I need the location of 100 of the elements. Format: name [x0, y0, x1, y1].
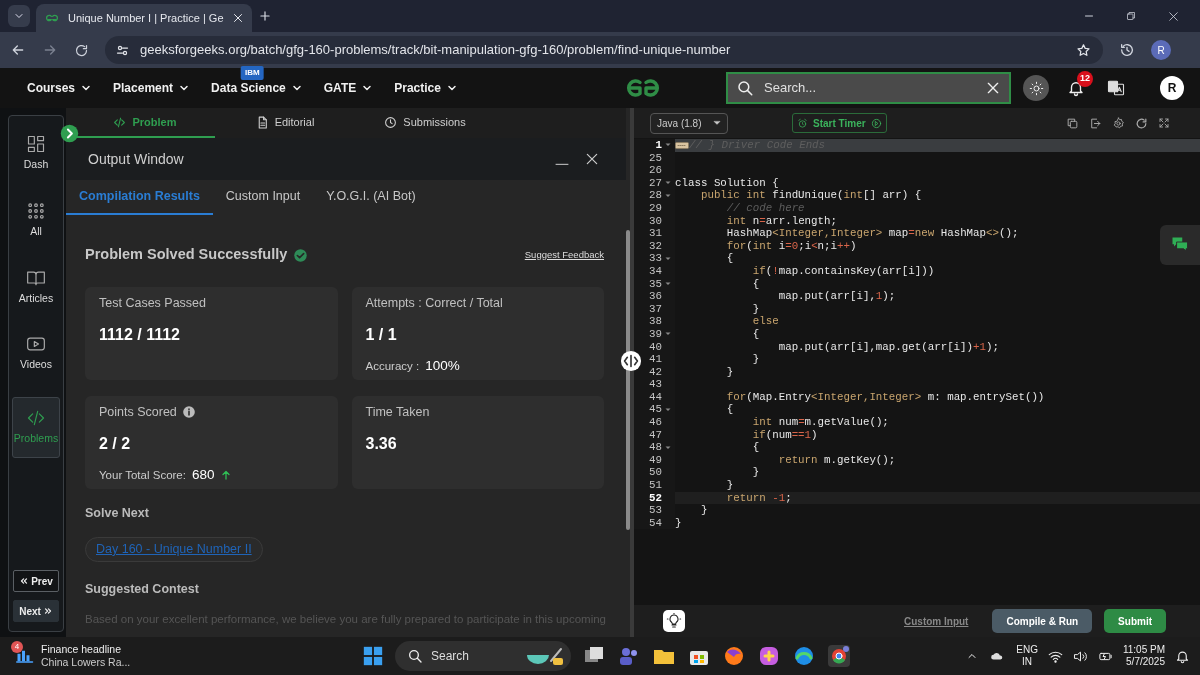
code-line: }	[751, 353, 760, 366]
user-avatar[interactable]: R	[1160, 76, 1184, 100]
taskbar-search[interactable]: Search	[395, 641, 571, 671]
pager-button[interactable]: Prev	[13, 570, 59, 592]
close-icon[interactable]	[584, 151, 600, 167]
grid-icon	[26, 200, 46, 221]
language-select[interactable]: Java (1.8)	[650, 112, 728, 134]
browser-icon[interactable]	[827, 644, 851, 668]
clear-icon[interactable]	[985, 80, 1001, 96]
reload-icon[interactable]	[74, 42, 89, 58]
search-input[interactable]: Search...	[762, 77, 977, 99]
output-tab[interactable]: Compilation Results	[66, 180, 213, 215]
nav-menu[interactable]: Courses	[27, 79, 93, 97]
sidebar-item[interactable]: Dash	[12, 130, 60, 177]
notification-badge: 12	[1077, 71, 1093, 87]
hint-button[interactable]	[663, 610, 685, 632]
translate-icon[interactable]	[1107, 79, 1125, 97]
star-icon[interactable]	[1076, 42, 1091, 58]
output-tab[interactable]: Custom Input	[212, 180, 314, 215]
news-subtitle[interactable]: China Lowers Ra...	[41, 656, 131, 669]
bell-icon[interactable]	[1067, 79, 1085, 97]
sidebar-item[interactable]: Articles	[12, 263, 60, 311]
profile-avatar[interactable]: R	[1151, 40, 1171, 60]
fold-arrow-icon[interactable]	[664, 331, 671, 338]
folded-code-icon[interactable]	[675, 141, 689, 149]
swirl-icon[interactable]	[757, 644, 781, 668]
copy-icon[interactable]	[1066, 116, 1079, 130]
fold-arrow-icon[interactable]	[664, 280, 671, 287]
nav-menu[interactable]: GATE	[323, 79, 374, 97]
line-number: 32	[649, 239, 662, 253]
line-number: 27	[649, 176, 662, 190]
check-circle-icon	[293, 247, 309, 263]
language-code[interactable]: ENG	[1016, 644, 1038, 656]
window-title: Output Window	[88, 149, 184, 169]
submit-button[interactable]: Submit	[1104, 609, 1166, 633]
forward-icon[interactable]	[42, 42, 58, 58]
code-icon	[113, 115, 127, 129]
new-tab-icon[interactable]	[257, 9, 272, 23]
sidebar-item[interactable]: Videos	[12, 330, 60, 377]
nav-menu[interactable]: Practice	[394, 79, 458, 97]
code-line: // code here	[725, 201, 805, 215]
region-code[interactable]: IN	[1022, 656, 1033, 668]
search-icon	[407, 648, 423, 664]
nav-menu[interactable]: Placement	[113, 79, 191, 97]
globe-icon[interactable]	[722, 644, 746, 668]
line-number: 52	[649, 491, 662, 505]
fold-arrow-icon[interactable]	[664, 255, 671, 262]
history-icon[interactable]	[1119, 42, 1135, 58]
search-field[interactable]: Search...	[726, 72, 1011, 104]
sidebar-item[interactable]: Problems	[12, 397, 60, 458]
volume-icon[interactable]	[1072, 648, 1088, 664]
nav-menu[interactable]: Data Science	[211, 79, 303, 97]
address-bar[interactable]: geeksforgeeks.org/batch/gfg-160-problems/track/bit-manipulation-gfg-160/problem/find-unique-number	[105, 36, 1103, 64]
fold-arrow-icon[interactable]	[664, 192, 671, 199]
notification-icon[interactable]	[1175, 648, 1190, 664]
news-badge: 4	[11, 641, 23, 653]
line-number: 26	[649, 164, 662, 177]
expand-handle[interactable]	[60, 124, 79, 143]
problem-tab[interactable]: Editorial	[215, 108, 355, 138]
settings-icon[interactable]	[1112, 116, 1125, 130]
close-icon[interactable]	[231, 12, 244, 24]
chat-button[interactable]	[1160, 225, 1200, 265]
custom-input-link[interactable]: Custom Input	[904, 613, 969, 629]
lightbulb-icon	[666, 613, 682, 629]
pager-button[interactable]: Next	[13, 600, 59, 622]
fullscreen-icon[interactable]	[1158, 116, 1170, 129]
sidebar-item[interactable]: All	[12, 196, 60, 244]
code-line: map.put(arr[i],map.get(arr[i])+1);	[777, 340, 999, 354]
reset-icon[interactable]	[1135, 116, 1148, 130]
line-number: 50	[649, 466, 662, 480]
problem-tab[interactable]: Submissions	[355, 108, 495, 138]
restore-icon[interactable]	[1125, 9, 1137, 22]
code-line: if(!map.containsKey(arr[i]))	[751, 264, 935, 278]
clock-date[interactable]: 5/7/2025	[1126, 656, 1165, 668]
clock-time[interactable]: 11:05 PM	[1122, 644, 1165, 656]
code-line: return -1;	[725, 491, 792, 505]
news-title[interactable]: Finance headline	[41, 643, 131, 656]
fold-arrow-icon[interactable]	[664, 142, 671, 149]
browser-tab[interactable]: Unique Number I | Practice | Ge	[36, 4, 252, 32]
theme-button[interactable]	[1023, 75, 1049, 101]
close-icon[interactable]	[1167, 9, 1180, 23]
fold-arrow-icon[interactable]	[664, 444, 671, 451]
code-line: }	[675, 516, 682, 530]
exit-icon[interactable]	[1089, 116, 1102, 130]
feedback-link[interactable]: Suggest Feedback	[524, 247, 604, 263]
fold-arrow-icon[interactable]	[664, 406, 671, 413]
output-tab[interactable]: Y.O.G.I. (AI Bot)	[313, 180, 429, 215]
tab-list-button[interactable]	[8, 5, 30, 27]
info-icon[interactable]	[181, 405, 196, 419]
card-label: Time Taken	[365, 404, 430, 420]
splitter-handle[interactable]	[620, 350, 642, 372]
start-icon[interactable]	[362, 645, 384, 667]
compile-run-button[interactable]: Compile & Run	[992, 609, 1093, 633]
back-icon[interactable]	[10, 42, 26, 58]
dashboard-icon	[26, 134, 46, 154]
scrollbar-thumb[interactable]	[626, 230, 630, 530]
clock-icon	[384, 115, 398, 129]
fold-arrow-icon[interactable]	[664, 180, 671, 187]
wave-icon[interactable]	[792, 644, 816, 668]
timer-button[interactable]: Start Timer	[792, 113, 887, 133]
